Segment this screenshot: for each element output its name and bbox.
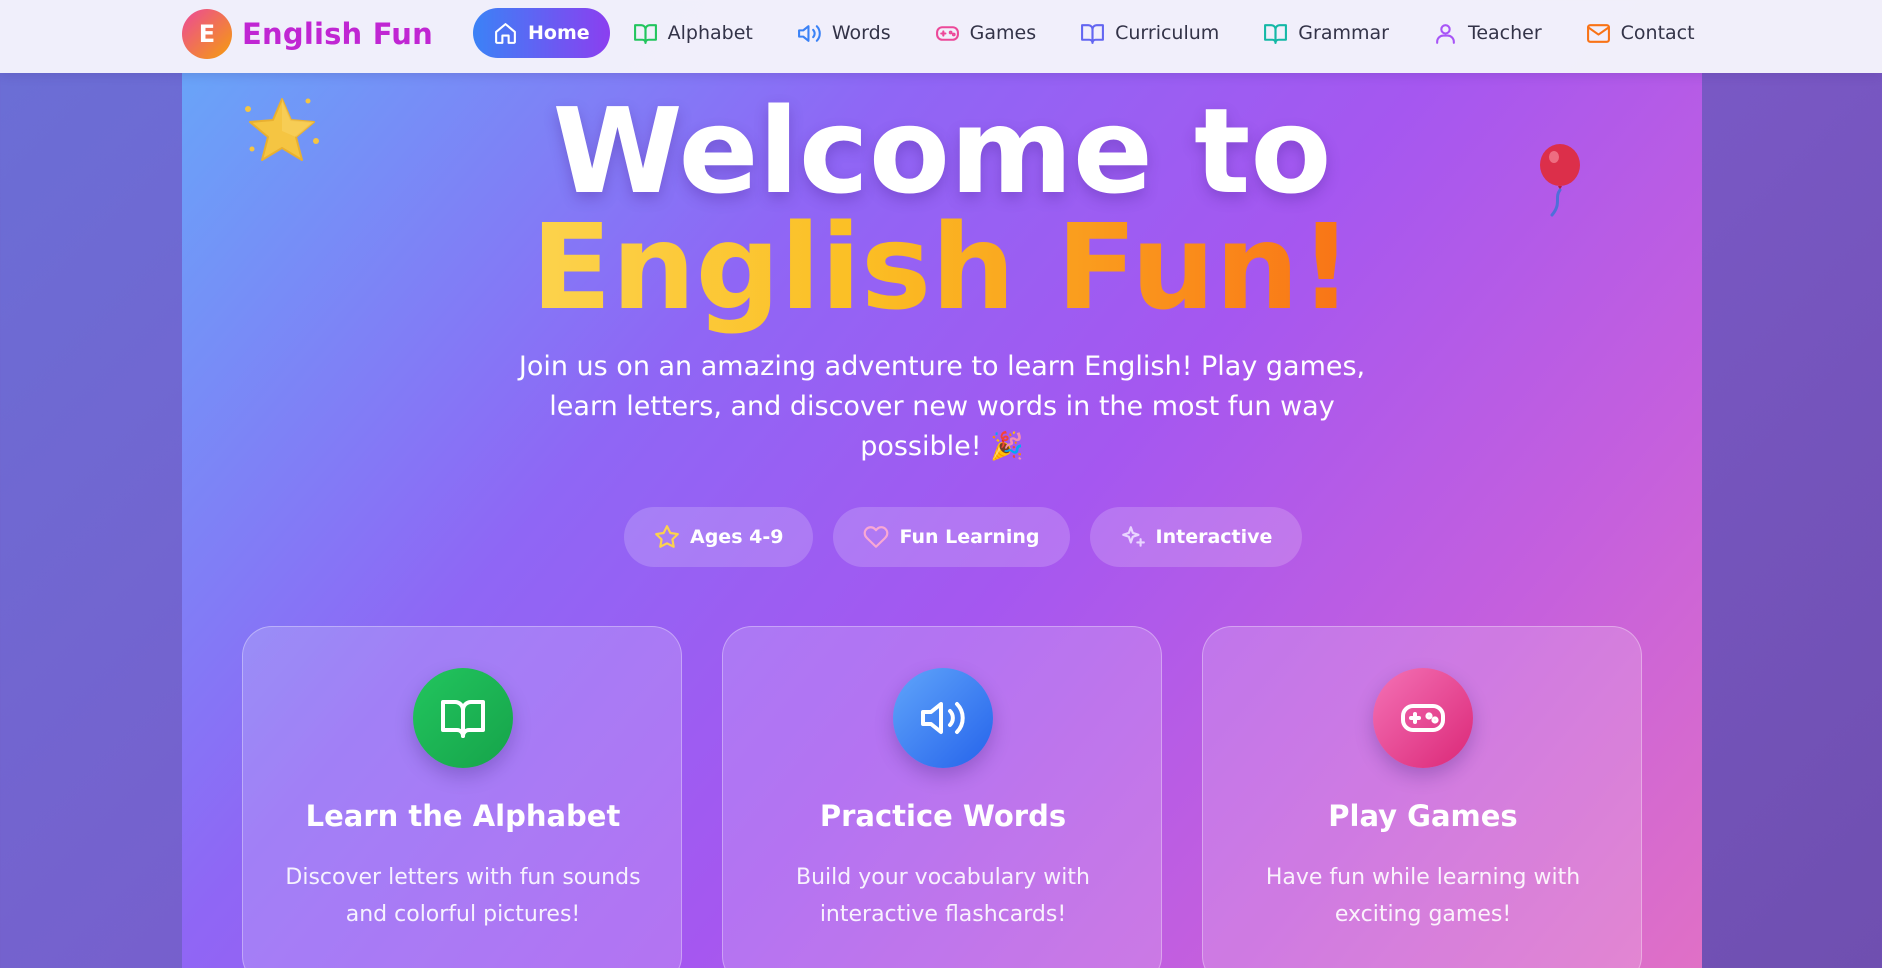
badge-ages-4-9: Ages 4-9 [624,507,814,567]
badge-label: Fun Learning [899,526,1040,548]
feature-card-play-games[interactable]: Play Games Have fun while learning with e… [1202,626,1642,968]
badge-label: Ages 4-9 [690,526,784,548]
nav-item-alphabet[interactable]: Alphabet [612,8,774,58]
card-description: Discover letters with fun sounds and col… [285,865,641,927]
volume-icon [797,24,821,42]
nav-item-label: Curriculum [1115,22,1220,44]
nav-item-grammar[interactable]: Grammar [1242,8,1410,58]
nav-item-label: Alphabet [667,22,753,44]
card-title: Practice Words [819,799,1067,833]
brand-logo: E [182,9,232,59]
card-icon-circle [893,668,993,768]
nav-item-contact[interactable]: Contact [1565,8,1716,58]
hero-subtitle: Join us on an amazing adventure to learn… [518,351,1366,462]
card-icon-circle [1373,668,1473,768]
nav-item-curriculum[interactable]: Curriculum [1059,8,1240,58]
badge-fun-learning: Fun Learning [833,507,1070,567]
feature-card-learn-the-alphabet[interactable]: Learn the Alphabet Discover letters with … [242,626,682,968]
nav-links: Home Alphabet Words Games Curriculum Grammar T… [473,8,1718,58]
card-title: Learn the Alphabet [305,799,621,833]
hero-badges: Ages 4-9 Fun Learning Interactive [624,507,1322,567]
card-description: Build your vocabulary with interactive f… [796,865,1090,927]
hero-title-line2: English Fun! [182,197,1702,337]
card-title: Play Games [1328,799,1518,833]
star-icon [655,525,679,548]
book-open-icon [1264,23,1288,44]
nav-item-games[interactable]: Games [914,8,1057,58]
card-icon-circle [413,668,513,768]
feature-card-practice-words[interactable]: Practice Words Build your vocabulary with… [722,626,1162,968]
home-icon [495,22,516,44]
gamepad-icon [935,25,959,41]
badge-label: Interactive [1155,526,1273,548]
user-icon [1436,23,1455,44]
top-navbar: E English Fun Home Alphabet Words Games Curr… [0,0,1882,73]
nav-item-label: Games [969,22,1037,44]
brand-name: English Fun [242,17,433,51]
book-open-icon [441,700,485,738]
mail-icon [1586,23,1610,43]
book-open-icon [633,23,657,44]
nav-item-teacher[interactable]: Teacher [1412,8,1563,58]
nav-item-label: Contact [1620,22,1695,44]
book-open-icon [1081,23,1105,44]
nav-item-label: Grammar [1298,22,1389,44]
gamepad-icon [1401,704,1445,732]
sparkles-icon [1121,526,1145,547]
hero-title-highlight: English Fun! [531,198,1353,336]
nav-item-words[interactable]: Words [776,8,912,58]
badge-interactive: Interactive [1089,507,1303,567]
brand-link[interactable]: E English Fun [182,8,433,60]
volume-icon [921,702,965,734]
card-description: Have fun while learning with exciting ga… [1265,865,1581,927]
nav-item-label: Teacher [1467,22,1542,44]
heart-icon [864,526,889,548]
nav-item-label: Home [528,22,590,44]
hero-section: Welcome to English Fun! Join us on an am… [182,73,1702,968]
nav-item-home[interactable]: Home [473,8,610,58]
nav-item-label: Words [831,22,891,44]
